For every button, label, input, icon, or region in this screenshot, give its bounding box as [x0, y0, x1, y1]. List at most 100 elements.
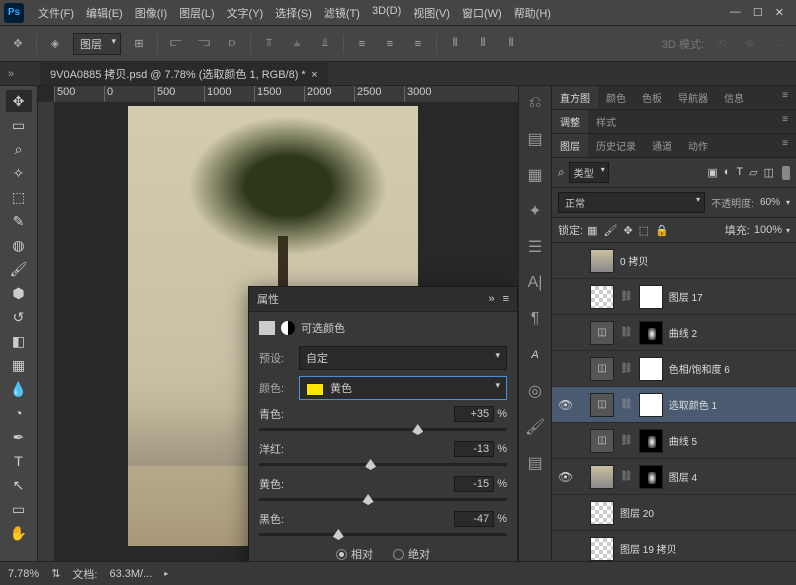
filter-pixel-icon[interactable]: ▣ [707, 166, 717, 179]
layer-thumb[interactable]: ◫ [590, 429, 614, 453]
panel-tab[interactable]: 通道 [644, 134, 680, 157]
actions-icon[interactable]: ▤ [524, 128, 546, 150]
distribute-icon-6[interactable]: ⦀ [501, 34, 521, 54]
layer-thumb[interactable] [590, 537, 614, 561]
slider-track[interactable] [259, 463, 507, 466]
layer-row[interactable]: 0 拷贝 [552, 243, 796, 279]
mask-thumb[interactable] [639, 393, 663, 417]
layer-row[interactable]: ◫ ⛓ 色相/饱和度 6 [552, 351, 796, 387]
document-tab[interactable]: 9V0A0885 拷贝.psd @ 7.78% (选取颜色 1, RGB/8) … [40, 63, 328, 85]
menu-item[interactable]: 选择(S) [269, 5, 318, 21]
slider-input[interactable] [454, 441, 494, 457]
layer-name[interactable]: 色相/饱和度 6 [669, 361, 730, 376]
layer-thumb[interactable]: ◫ [590, 321, 614, 345]
panel-tab[interactable]: 调整 [552, 110, 588, 133]
preset-dropdown[interactable]: 自定 [299, 346, 507, 370]
menu-item[interactable]: 视图(V) [407, 5, 456, 21]
zoom-value[interactable]: 7.78% [8, 568, 39, 580]
canvas-area[interactable]: 500050010001500200025003000 属性 » ≡ 可选颜色 … [38, 86, 518, 561]
filter-type-dropdown[interactable]: 类型 [569, 162, 609, 183]
panel-menu-icon[interactable]: ≡ [503, 293, 509, 305]
slider-thumb[interactable] [363, 494, 374, 505]
fill-chevron-icon[interactable]: ▾ [786, 226, 790, 235]
menu-item[interactable]: 滤镜(T) [318, 5, 366, 21]
blend-mode-dropdown[interactable]: 正常 [558, 192, 705, 213]
mask-thumb[interactable] [639, 465, 663, 489]
slider-track[interactable] [259, 498, 507, 501]
relative-radio[interactable]: 相对 [336, 546, 373, 561]
mask-thumb[interactable] [639, 321, 663, 345]
close-icon[interactable]: ✕ [775, 6, 784, 19]
panel-tab[interactable]: 样式 [588, 110, 624, 133]
paragraph-icon[interactable]: ¶ [524, 308, 546, 330]
align-left-icon[interactable]: ⫍ [166, 34, 186, 54]
layer-name[interactable]: 0 拷贝 [620, 253, 648, 268]
properties-header[interactable]: 属性 » ≡ [249, 287, 517, 312]
move-tool[interactable]: ✥ [6, 90, 32, 112]
panel-menu-icon[interactable]: ≡ [774, 110, 796, 133]
color-dropdown[interactable]: 黄色 [299, 376, 507, 400]
library-icon[interactable]: ☰ [524, 236, 546, 258]
menu-item[interactable]: 帮助(H) [508, 5, 557, 21]
clone-stamp-tool[interactable]: ⬢ [6, 282, 32, 304]
marquee-tool[interactable]: ▭ [6, 114, 32, 136]
search-icon[interactable]: ⌕ [558, 165, 565, 180]
eyedropper-tool[interactable]: ✎ [6, 210, 32, 232]
distribute-icon-2[interactable]: ≡ [380, 34, 400, 54]
distribute-icon[interactable]: ≡ [352, 34, 372, 54]
lock-transparent-icon[interactable]: ▦ [587, 224, 597, 237]
distribute-icon-3[interactable]: ≡ [408, 34, 428, 54]
opacity-chevron-icon[interactable]: ▾ [786, 198, 790, 207]
tab-close-icon[interactable]: × [311, 69, 317, 81]
lock-artboard-icon[interactable]: ⬚ [639, 224, 649, 237]
menu-item[interactable]: 图像(I) [129, 5, 173, 21]
link-icon[interactable]: ⛓ [620, 363, 633, 374]
glyphs-icon[interactable]: A [524, 344, 546, 366]
layer-row[interactable]: ◫ ⛓ 曲线 2 [552, 315, 796, 351]
transform-controls-icon[interactable]: ⊞ [129, 34, 149, 54]
layer-select-dropdown[interactable]: 图层 [73, 33, 121, 55]
align-top-icon[interactable]: ⫪ [259, 34, 279, 54]
layer-name[interactable]: 图层 17 [669, 289, 703, 304]
minimize-icon[interactable]: — [730, 6, 741, 19]
mask-thumb[interactable] [639, 285, 663, 309]
align-right-icon[interactable]: ⫐ [222, 34, 242, 54]
lock-pixel-icon[interactable]: 🖌 [603, 224, 617, 237]
healing-brush-tool[interactable]: ◍ [6, 234, 32, 256]
slider-track[interactable] [259, 428, 507, 431]
panel-tab[interactable]: 色板 [634, 86, 670, 109]
link-icon[interactable]: ⛓ [620, 435, 633, 446]
brush-tool[interactable]: 🖌 [6, 258, 32, 280]
menu-item[interactable]: 3D(D) [366, 5, 407, 21]
panel-menu-icon[interactable]: ≡ [774, 134, 796, 157]
menu-item[interactable]: 图层(L) [173, 5, 220, 21]
mask-thumb[interactable] [639, 357, 663, 381]
layer-row[interactable]: 图层 20 [552, 495, 796, 531]
type-tool[interactable]: T [6, 450, 32, 472]
menu-item[interactable]: 文字(Y) [221, 5, 270, 21]
layer-thumb[interactable] [590, 501, 614, 525]
move-tool-icon[interactable]: ✥ [8, 34, 28, 54]
panel-tab[interactable]: 直方图 [552, 86, 598, 109]
panel-tab[interactable]: 历史记录 [588, 134, 644, 157]
distribute-icon-5[interactable]: ⦀ [473, 34, 493, 54]
gradient-tool[interactable]: ▦ [6, 354, 32, 376]
layer-name[interactable]: 图层 19 拷贝 [620, 541, 677, 556]
maximize-icon[interactable]: ☐ [753, 6, 763, 19]
slider-input[interactable] [454, 511, 494, 527]
layer-row[interactable]: 👁 ⛓ 图层 4 [552, 459, 796, 495]
auto-select-icon[interactable]: ◈ [45, 34, 65, 54]
fill-value[interactable]: 100% [754, 224, 782, 236]
filter-type-icon[interactable]: T [736, 166, 743, 179]
path-select-tool[interactable]: ↖ [6, 474, 32, 496]
layer-row[interactable]: ⛓ 图层 17 [552, 279, 796, 315]
slider-thumb[interactable] [365, 459, 376, 470]
filter-toggle[interactable] [782, 166, 790, 180]
link-icon[interactable]: ⛓ [620, 399, 633, 410]
absolute-radio[interactable]: 绝对 [393, 546, 430, 561]
layer-thumb[interactable]: ◫ [590, 357, 614, 381]
link-icon[interactable]: ⛓ [620, 327, 633, 338]
brushes-icon[interactable]: ▤ [524, 452, 546, 474]
pen-tool[interactable]: ✒ [6, 426, 32, 448]
slider-thumb[interactable] [333, 529, 344, 540]
